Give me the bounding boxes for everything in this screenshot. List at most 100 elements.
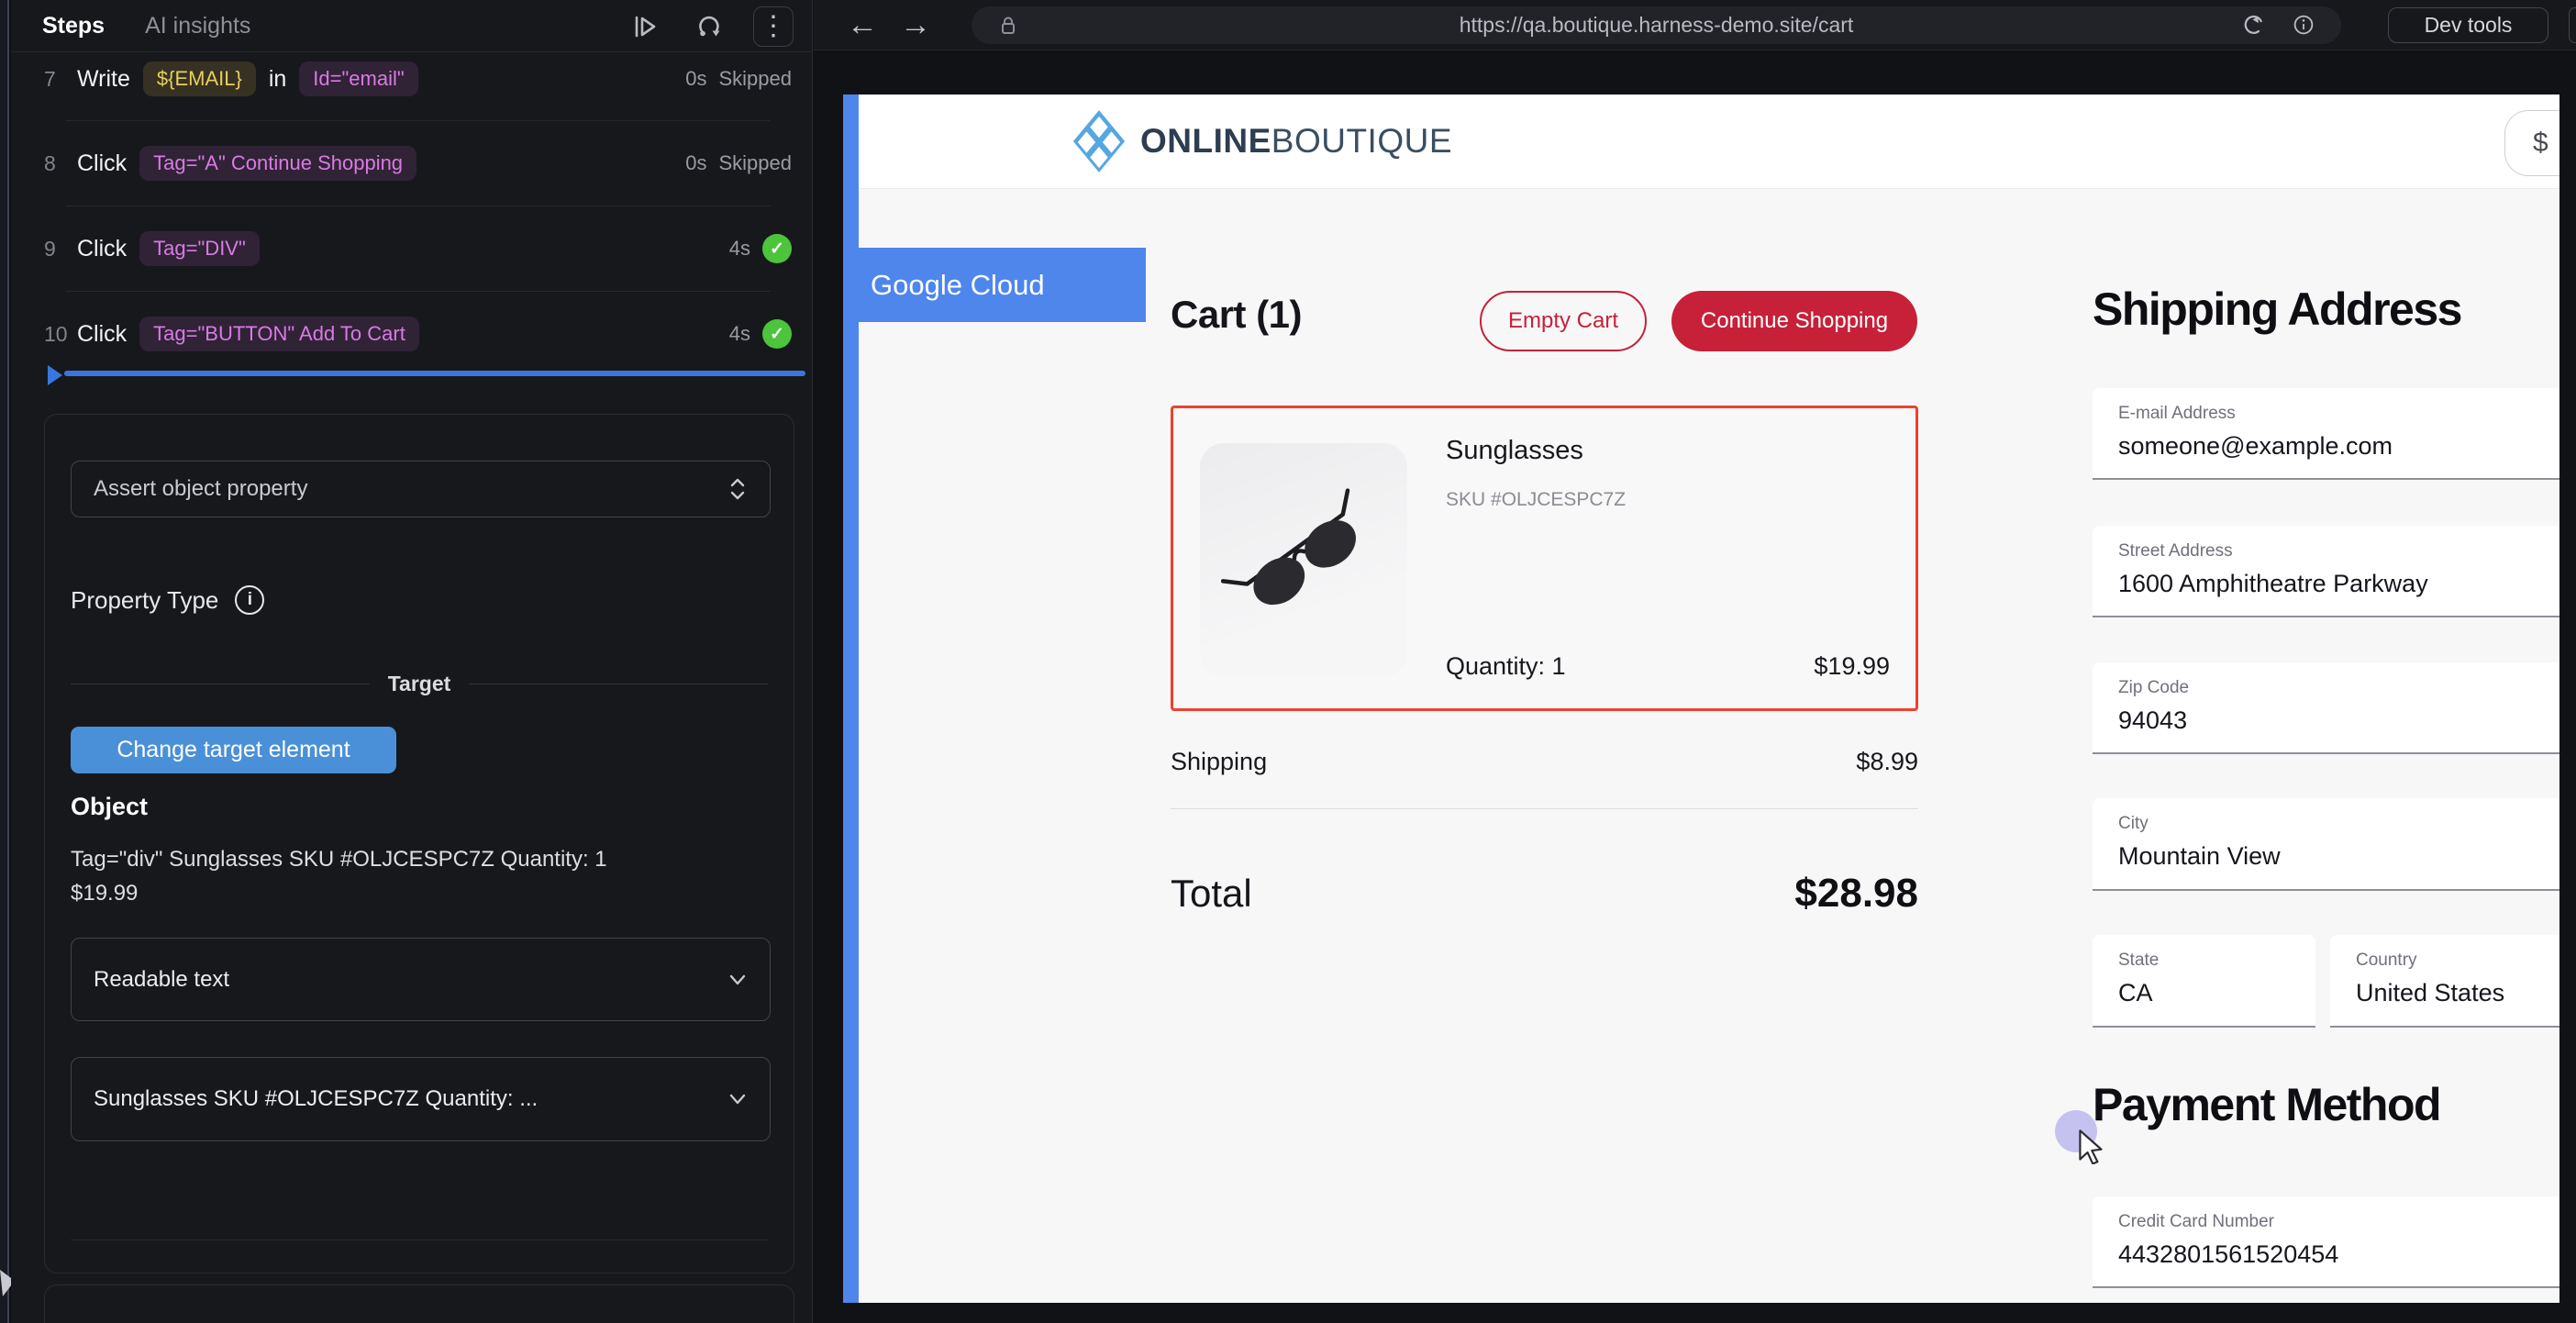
field-value: CA: [2118, 979, 2315, 1007]
city-field[interactable]: City Mountain View: [2093, 798, 2559, 891]
chevron-down-icon: [727, 973, 748, 986]
shipping-value: $8.99: [1856, 748, 1918, 776]
chevron-down-icon: [727, 1093, 748, 1106]
tab-ai-insights[interactable]: AI insights: [145, 13, 250, 39]
select-spinner-icon: [727, 477, 748, 501]
property-type-row: Property Type i: [71, 585, 264, 615]
field-label: City: [2118, 814, 2559, 834]
mouse-cursor-icon: [2077, 1129, 2108, 1164]
page-info-icon[interactable]: [2290, 11, 2317, 43]
step-description: Click Tag="DIV": [77, 231, 260, 266]
continue-shopping-button[interactable]: Continue Shopping: [1671, 291, 1917, 351]
email-field[interactable]: E-mail Address someone@example.com: [2093, 388, 2559, 480]
step-number: 9: [44, 237, 77, 261]
shipping-cost-row: Shipping $8.99: [1171, 748, 1918, 776]
total-value: $28.98: [1794, 871, 1918, 917]
item-quantity: Quantity: 1: [1446, 652, 1566, 681]
step-status: 4s ✓: [729, 319, 792, 349]
readable-text-select[interactable]: Readable text: [71, 938, 771, 1021]
browser-pane: ← → https://qa.boutique.harness-demo.sit…: [814, 0, 2576, 1323]
step-description: Write ${EMAIL} in Id="email": [77, 61, 418, 96]
run-progress-bar[interactable]: [64, 371, 805, 376]
step-description: Click Tag="A" Continue Shopping: [77, 146, 416, 181]
step-selector-badge[interactable]: Id="email": [299, 61, 417, 96]
step-action: Click: [77, 321, 127, 348]
logo-diamond-icon: [1071, 108, 1127, 174]
step-row-8[interactable]: 8 Click Tag="A" Continue Shopping 0s Ski…: [44, 121, 792, 206]
step-description: Click Tag="BUTTON" Add To Cart: [77, 317, 419, 351]
step-selector-badge[interactable]: Tag="DIV": [139, 231, 260, 266]
field-value: 4432801561520454: [2118, 1240, 2559, 1269]
field-value: United States: [2356, 979, 2559, 1007]
step-status: 4s ✓: [729, 234, 792, 263]
reload-icon[interactable]: [2240, 11, 2268, 43]
step-action: Click: [77, 150, 127, 177]
step-selector-badge[interactable]: Tag="A" Continue Shopping: [139, 146, 416, 181]
url-text: https://qa.boutique.harness-demo.site/ca…: [972, 6, 2341, 44]
object-text-value: Sunglasses SKU #OLJCESPC7Z Quantity: ...: [94, 1086, 727, 1112]
step-duration: 0s: [685, 67, 706, 91]
shipping-label: Shipping: [1171, 748, 1267, 776]
next-section-edge[interactable]: [44, 1284, 794, 1323]
step-row-10[interactable]: 10 Click Tag="BUTTON" Add To Cart 4s ✓: [44, 292, 792, 376]
cart-title: Cart (1): [1171, 293, 1302, 337]
info-icon[interactable]: i: [235, 585, 264, 615]
dev-tools-button[interactable]: Dev tools: [2388, 7, 2548, 43]
step-passed-icon: ✓: [762, 234, 792, 263]
ribbon-label: Google Cloud: [871, 269, 1045, 302]
browser-viewport: ONLINEBOUTIQUE $ Google Cloud Cart (1) E…: [814, 50, 2576, 1323]
playhead-icon[interactable]: [48, 365, 62, 385]
country-field[interactable]: Country United States: [2330, 935, 2559, 1028]
change-target-button[interactable]: Change target element: [71, 727, 396, 773]
step-number: 7: [44, 67, 77, 92]
field-value: someone@example.com: [2118, 432, 2559, 461]
object-text-select[interactable]: Sunglasses SKU #OLJCESPC7Z Quantity: ...: [71, 1057, 771, 1141]
credit-card-field[interactable]: Credit Card Number 4432801561520454: [2093, 1196, 2559, 1288]
step-conjunction: in: [269, 66, 286, 93]
test-steps-panel: Steps AI insights ⋮: [11, 0, 813, 1323]
step-duration: 0s: [685, 151, 706, 175]
object-description: Tag="div" Sunglasses SKU #OLJCESPC7Z Qua…: [71, 842, 621, 910]
cart-item-highlighted[interactable]: Sunglasses SKU #OLJCESPC7Z Quantity: 1 $…: [1171, 406, 1918, 711]
object-heading: Object: [71, 793, 148, 821]
logo-wordmark: ONLINEBOUTIQUE: [1140, 122, 1452, 161]
state-field[interactable]: State CA: [2093, 935, 2315, 1028]
app-window: Steps AI insights ⋮: [0, 0, 2576, 1323]
field-value: Mountain View: [2118, 842, 2559, 871]
item-name: Sunglasses: [1446, 436, 1583, 466]
currency-symbol: $: [2533, 128, 2548, 159]
field-value: 1600 Amphitheatre Parkway: [2118, 570, 2559, 598]
currency-selector[interactable]: $: [2504, 110, 2559, 176]
sunglasses-photo: [1221, 469, 1386, 652]
left-gutter: [0, 0, 9, 1323]
step-status-text: Skipped: [718, 151, 792, 175]
field-label: E-mail Address: [2118, 404, 2559, 424]
step-row-9[interactable]: 9 Click Tag="DIV" 4s ✓: [44, 206, 792, 291]
assert-action-value: Assert object property: [94, 476, 727, 502]
forward-icon[interactable]: →: [900, 0, 931, 50]
payment-method-title: Payment Method: [2093, 1078, 2440, 1131]
step-selector-badge[interactable]: Tag="BUTTON" Add To Cart: [139, 317, 419, 351]
address-bar[interactable]: https://qa.boutique.harness-demo.site/ca…: [972, 6, 2341, 44]
step-number: 10: [44, 322, 77, 347]
online-boutique-page: ONLINEBOUTIQUE $ Google Cloud Cart (1) E…: [843, 94, 2559, 1303]
assert-action-select[interactable]: Assert object property: [71, 461, 771, 517]
field-label: Credit Card Number: [2118, 1212, 2559, 1232]
back-icon[interactable]: ←: [847, 0, 878, 50]
step-action: Write: [77, 66, 130, 93]
online-boutique-logo[interactable]: ONLINEBOUTIQUE: [1071, 108, 1452, 174]
total-label: Total: [1171, 872, 1252, 916]
target-label: Target: [388, 672, 451, 696]
readable-text-value: Readable text: [94, 967, 727, 993]
item-sku: SKU #OLJCESPC7Z: [1446, 489, 1626, 511]
step-row-7[interactable]: 7 Write ${EMAIL} in Id="email" 0s Skippe…: [44, 37, 792, 121]
step-status-text: Skipped: [718, 67, 792, 91]
step-duration: 4s: [729, 322, 750, 346]
zip-code-field[interactable]: Zip Code 94043: [2093, 662, 2559, 754]
tab-steps[interactable]: Steps: [42, 13, 105, 39]
empty-cart-button[interactable]: Empty Cart: [1480, 291, 1647, 351]
item-price: $19.99: [1814, 652, 1890, 681]
totals-divider: [1171, 808, 1918, 809]
step-variable-badge[interactable]: ${EMAIL}: [143, 61, 256, 96]
street-address-field[interactable]: Street Address 1600 Amphitheatre Parkway: [2093, 526, 2559, 617]
